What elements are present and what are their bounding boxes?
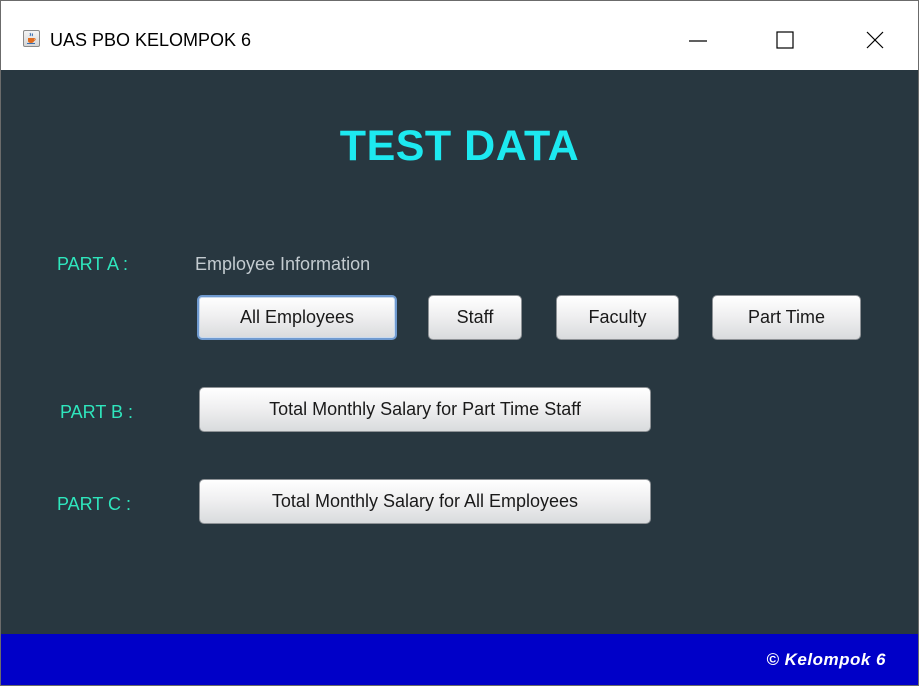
part-time-salary-button[interactable]: Total Monthly Salary for Part Time Staff [199,387,651,432]
close-icon [866,31,884,49]
close-button[interactable] [852,19,898,61]
window-title: UAS PBO KELOMPOK 6 [50,30,252,50]
copyright-text: © Kelompok 6 [766,650,886,669]
minimize-icon [689,40,707,42]
minimize-button[interactable] [675,19,721,61]
app-window: UAS PBO KELOMPOK 6 TEST DATA PART A : Em… [0,0,919,686]
employee-information-label: Employee Information [195,254,371,274]
part-a-label: PART A : [57,254,129,274]
title-bar[interactable]: UAS PBO KELOMPOK 6 [1,1,918,70]
all-employees-button[interactable]: All Employees [197,295,397,340]
part-b-label: PART B : [60,402,134,422]
page-title: TEST DATA [339,122,580,170]
part-c-label: PART C : [57,494,132,514]
staff-button[interactable]: Staff [428,295,522,340]
java-cup-icon[interactable] [23,30,40,47]
footer-bar: © Kelompok 6 [1,634,918,685]
part-time-button[interactable]: Part Time [712,295,861,340]
maximize-button[interactable] [762,19,808,61]
faculty-button[interactable]: Faculty [556,295,679,340]
all-employees-salary-button[interactable]: Total Monthly Salary for All Employees [199,479,651,524]
maximize-icon [776,31,794,49]
